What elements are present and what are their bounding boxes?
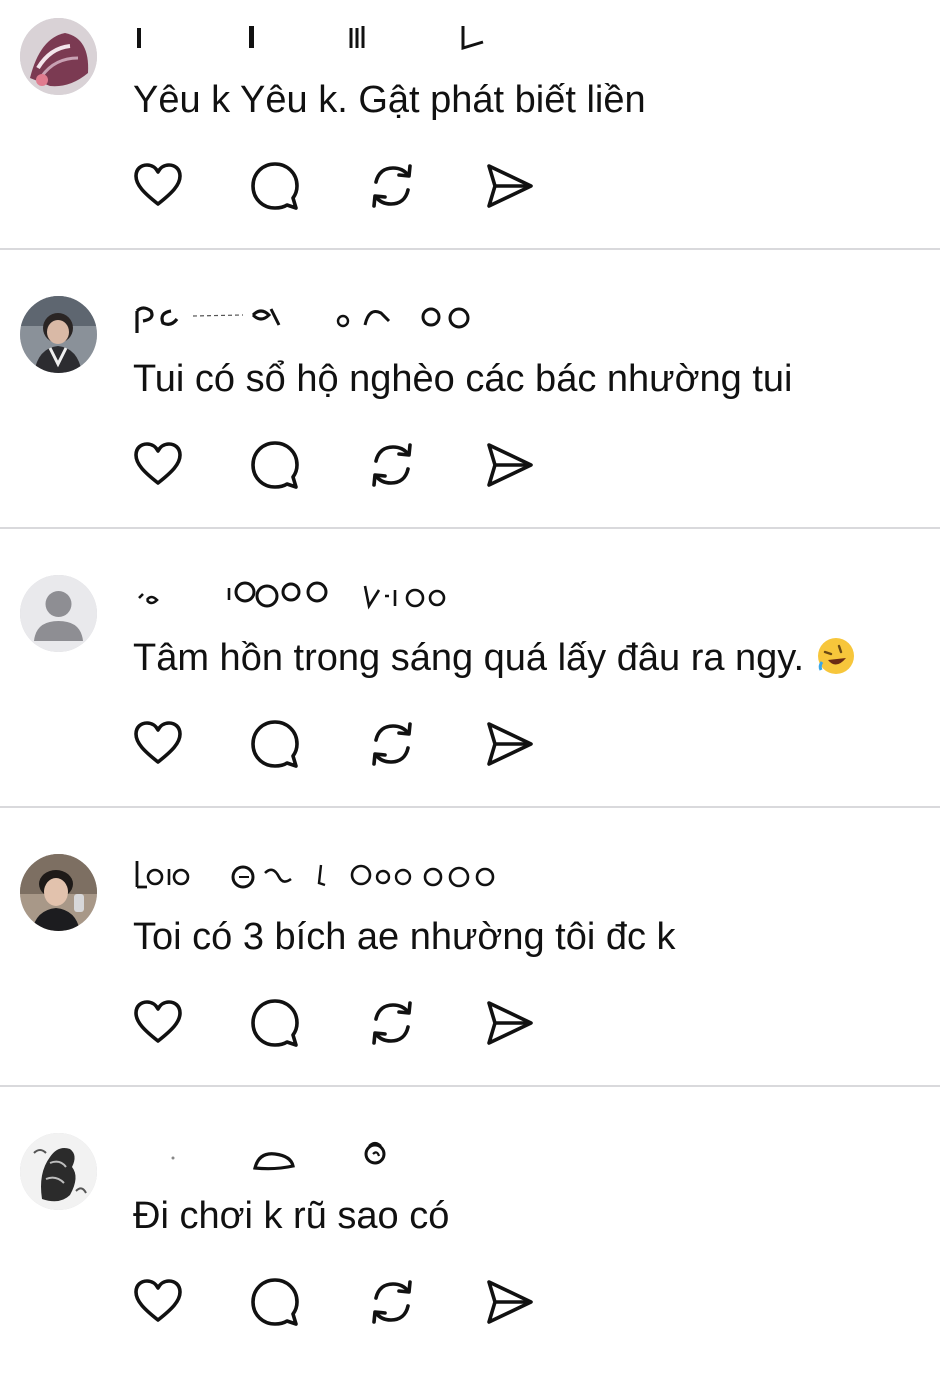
comment-post: Đi chơi k rũ sao có <box>0 1116 940 1394</box>
username[interactable] <box>133 18 513 62</box>
repost-icon <box>372 164 412 208</box>
avatar[interactable] <box>20 18 97 95</box>
share-button[interactable] <box>483 439 535 491</box>
heart-icon <box>134 1279 182 1322</box>
like-button[interactable] <box>132 160 184 212</box>
repost-icon <box>372 443 412 487</box>
share-icon <box>487 443 533 487</box>
avatar-image <box>20 296 97 373</box>
username[interactable] <box>133 1134 513 1178</box>
comment-button[interactable] <box>249 718 301 770</box>
repost-button[interactable] <box>366 439 418 491</box>
repost-button[interactable] <box>366 997 418 1049</box>
avatar-image <box>20 854 97 931</box>
share-button[interactable] <box>483 718 535 770</box>
like-button[interactable] <box>132 997 184 1049</box>
username[interactable] <box>133 576 513 620</box>
redacted-username-scribble <box>135 861 495 889</box>
action-bar <box>132 997 552 1049</box>
repost-icon <box>372 1280 412 1324</box>
username[interactable] <box>133 855 513 899</box>
like-button[interactable] <box>132 718 184 770</box>
comment-button[interactable] <box>249 439 301 491</box>
repost-icon <box>372 722 412 766</box>
default-avatar-icon <box>20 575 97 652</box>
heart-icon <box>134 1000 182 1043</box>
share-button[interactable] <box>483 1276 535 1328</box>
avatar[interactable] <box>20 854 97 931</box>
action-bar <box>132 718 552 770</box>
comment-feed: Yêu k Yêu k. Gật phát biết liền Tui có s… <box>0 0 940 1361</box>
comment-post: Tui có sổ hộ nghèo các bác nhường tui <box>0 279 940 557</box>
comment-text: Tui có sổ hộ nghèo các bác nhường tui <box>133 358 793 400</box>
avatar[interactable] <box>20 296 97 373</box>
share-icon <box>487 164 533 208</box>
comment-icon <box>251 720 299 768</box>
heart-icon <box>134 163 182 206</box>
comment-button[interactable] <box>249 160 301 212</box>
share-button[interactable] <box>483 160 535 212</box>
share-icon <box>487 722 533 766</box>
action-bar <box>132 1276 552 1328</box>
comment-text: Đi chơi k rũ sao có <box>133 1195 450 1237</box>
share-icon <box>487 1001 533 1045</box>
comment-text-content: Tâm hồn trong sáng quá lấy đâu ra ngy. <box>133 637 805 679</box>
action-bar <box>132 439 552 491</box>
comment-text: Tâm hồn trong sáng quá lấy đâu ra ngy. <box>133 636 856 680</box>
divider <box>0 527 940 529</box>
heart-icon <box>134 721 182 764</box>
like-button[interactable] <box>132 439 184 491</box>
comment-post: Toi có 3 bích ae nhường tôi đc k <box>0 837 940 1115</box>
comment-icon <box>251 1278 299 1326</box>
like-button[interactable] <box>132 1276 184 1328</box>
divider <box>0 248 940 250</box>
repost-button[interactable] <box>366 718 418 770</box>
comment-post: Yêu k Yêu k. Gật phát biết liền <box>0 0 940 278</box>
redacted-username-scribble <box>137 26 484 51</box>
divider <box>0 806 940 808</box>
repost-button[interactable] <box>366 1276 418 1328</box>
avatar-image <box>20 1133 97 1210</box>
share-icon <box>487 1280 533 1324</box>
comment-icon <box>251 162 299 210</box>
avatar[interactable] <box>20 575 97 652</box>
share-button[interactable] <box>483 997 535 1049</box>
comment-button[interactable] <box>249 1276 301 1328</box>
comment-post: Tâm hồn trong sáng quá lấy đâu ra ngy. <box>0 558 940 836</box>
rofl-emoji <box>816 636 856 676</box>
divider <box>0 1085 940 1087</box>
heart-icon <box>134 442 182 485</box>
redacted-username-scribble <box>138 581 446 610</box>
comment-icon <box>251 441 299 489</box>
comment-text: Toi có 3 bích ae nhường tôi đc k <box>133 916 676 958</box>
repost-button[interactable] <box>366 160 418 212</box>
comment-text: Yêu k Yêu k. Gật phát biết liền <box>133 79 646 121</box>
avatar[interactable] <box>20 1133 97 1210</box>
redacted-username-scribble <box>171 1141 386 1171</box>
comment-button[interactable] <box>249 997 301 1049</box>
action-bar <box>132 160 552 212</box>
username[interactable] <box>133 297 513 341</box>
redacted-username-scribble <box>135 306 470 333</box>
repost-icon <box>372 1001 412 1045</box>
avatar-image <box>20 18 97 95</box>
comment-icon <box>251 999 299 1047</box>
